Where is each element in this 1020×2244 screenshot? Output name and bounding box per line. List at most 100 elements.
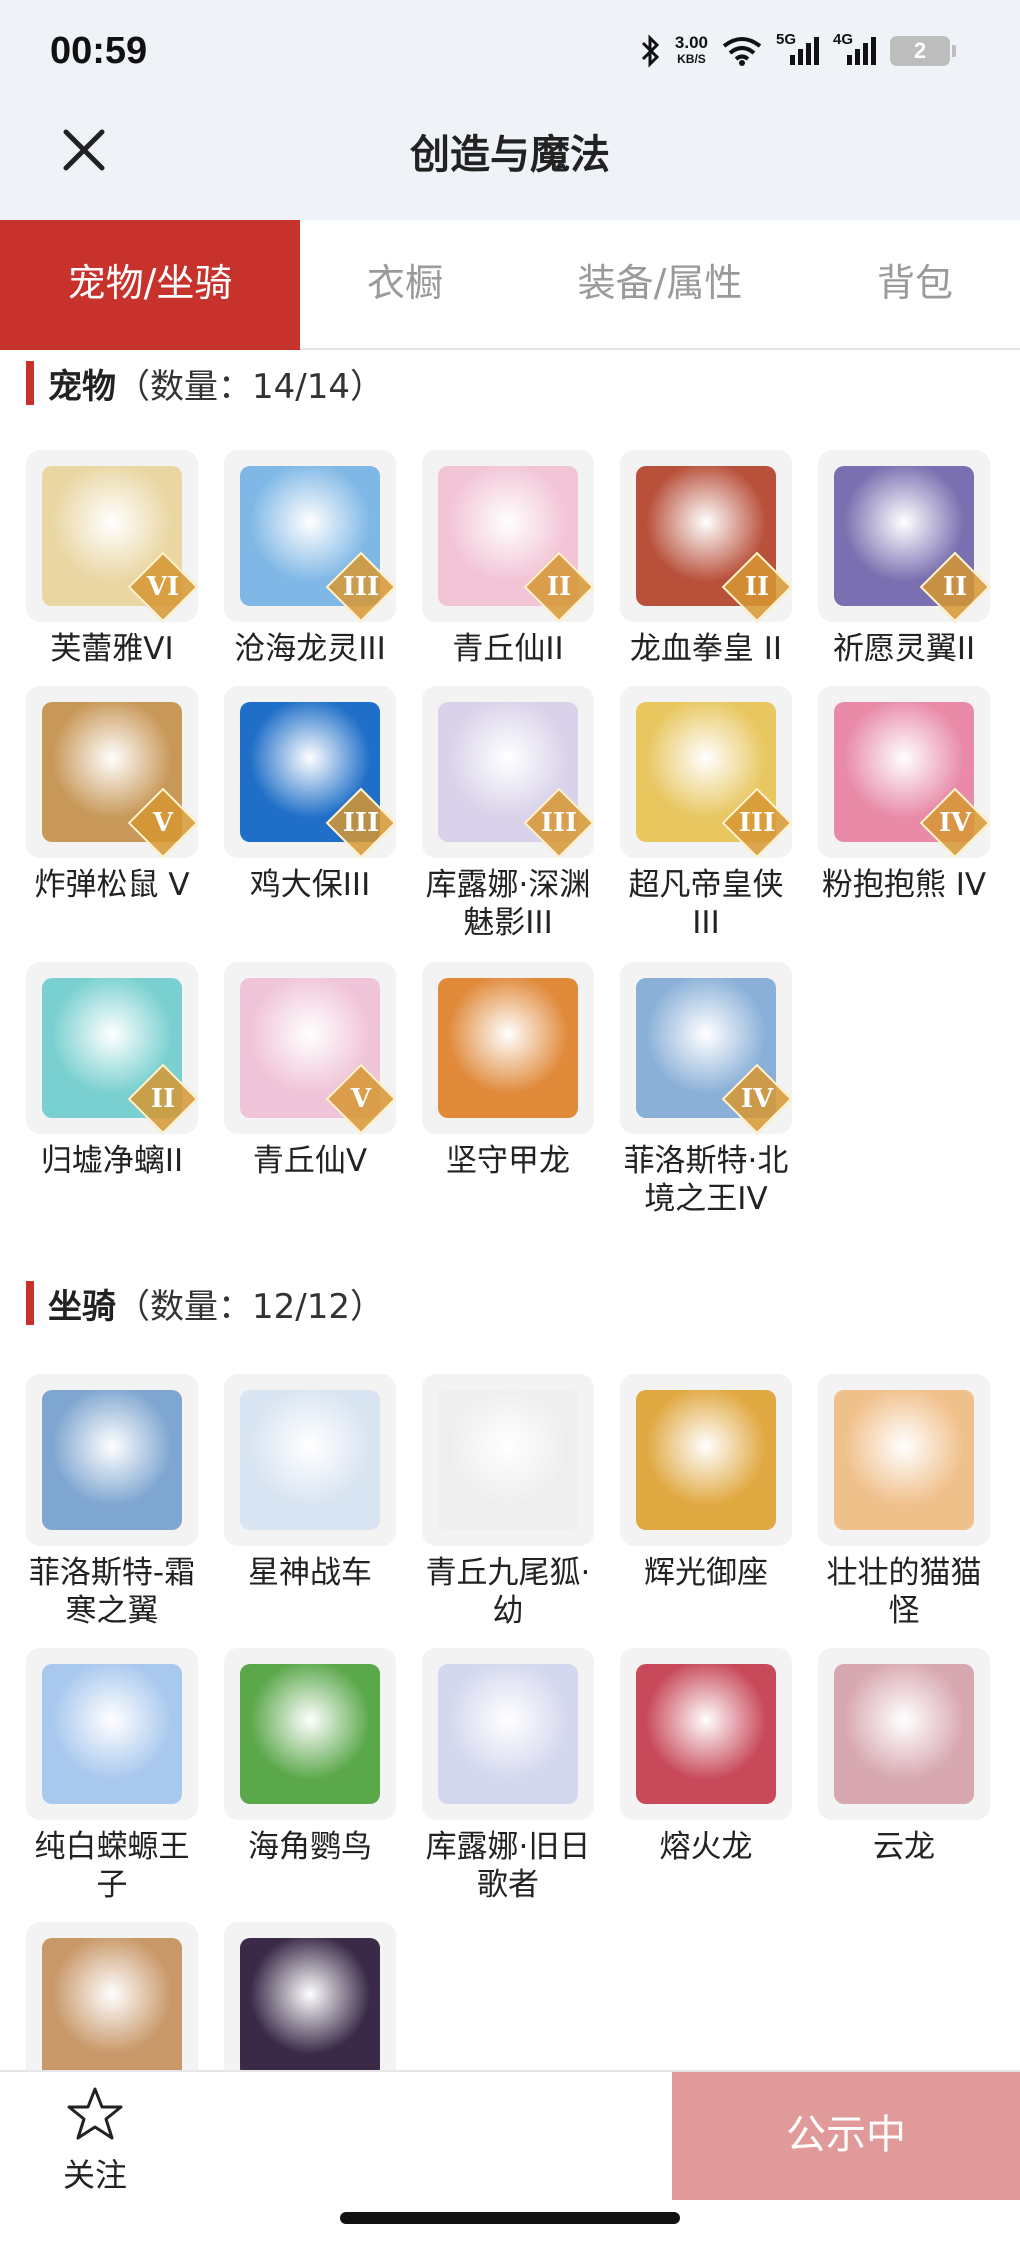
level-text: V [152, 808, 174, 838]
item-thumbnail [26, 1648, 198, 1820]
level-text: II [150, 1084, 176, 1114]
level-text: II [942, 572, 968, 602]
item-art [240, 1664, 380, 1804]
grid-item[interactable]: 青丘九尾狐·幼 [416, 1374, 600, 1630]
item-thumbnail: IV [818, 686, 990, 858]
level-text: V [350, 1084, 372, 1114]
item-thumbnail: II [422, 450, 594, 622]
grid-item[interactable]: III 鸡大保III [218, 686, 402, 904]
grid-item[interactable]: III 超凡帝皇侠III [614, 686, 798, 942]
item-art [240, 1390, 380, 1530]
grid-item[interactable]: III 库露娜·深渊魅影III [416, 686, 600, 942]
signal-4g-icon: 4G [833, 31, 876, 65]
status-bar: 00:59 3.00 KB/S 5G 4G 2 [0, 0, 1020, 110]
mounts-count: （数量：12/12） [116, 1286, 384, 1327]
status-icons: 3.00 KB/S 5G 4G 2 [639, 31, 956, 68]
level-text: VI [146, 572, 180, 602]
item-art [42, 1938, 182, 2074]
grid-item[interactable]: III 沧海龙灵III [218, 450, 402, 668]
home-indicator[interactable] [340, 2212, 680, 2224]
level-text: IV [740, 1084, 774, 1114]
tab-backpack[interactable]: 背包 [810, 220, 1020, 348]
item-art [240, 1938, 380, 2074]
top-bar: 00:59 3.00 KB/S 5G 4G 2 创造与魔法 [0, 0, 1020, 220]
grid-item[interactable]: II 归墟净螭II [20, 962, 204, 1180]
grid-item[interactable]: 辉光御座 [614, 1374, 798, 1592]
wifi-icon [722, 37, 762, 66]
item-name: 纯白蝾螈王子 [34, 1829, 190, 1903]
item-thumbnail [224, 1922, 396, 2074]
item-thumbnail [422, 1648, 594, 1820]
mounts-grid: 菲洛斯特-霜寒之翼 星神战车 青丘九尾狐·幼 辉光御座 壮壮的猫猫怪纯白蝾螈王子 海角鹦鸟… [20, 1374, 1000, 2074]
network-speed: 3.00 KB/S [674, 33, 708, 66]
pets-grid: VI 芙蕾雅VI III 沧海龙灵III II 青丘仙II II 龙血拳皇 II II 祈愿灵翼I… [20, 450, 1000, 1230]
app-header: 创造与魔法 [0, 110, 1020, 220]
grid-item[interactable]: II 祈愿灵翼II [812, 450, 996, 668]
battery-icon: 2 [890, 36, 956, 66]
item-name: 辉光御座 [644, 1555, 768, 1591]
item-thumbnail [818, 1648, 990, 1820]
item-name: 青丘仙II [452, 631, 564, 667]
status-time: 00:59 [50, 30, 148, 72]
pets-count: （数量：14/14） [116, 366, 384, 407]
grid-item[interactable]: 熔火龙 [614, 1648, 798, 1866]
follow-label: 关注 [62, 2156, 127, 2194]
bluetooth-icon [641, 34, 660, 68]
item-thumbnail: III [224, 686, 396, 858]
level-text: II [744, 572, 770, 602]
grid-item[interactable]: 海角鹦鸟 [218, 1648, 402, 1866]
item-name: 沧海龙灵III [234, 631, 386, 667]
page-title: 创造与魔法 [410, 132, 610, 178]
grid-item[interactable]: 云龙 [812, 1648, 996, 1866]
item-name: 海角鹦鸟 [248, 1829, 372, 1865]
item-name: 龙血拳皇 II [629, 631, 783, 667]
grid-item[interactable]: 坚守甲龙 [416, 962, 600, 1180]
pets-section-title: 宠物 [48, 366, 116, 407]
item-name: 菲洛斯特·北境之王IV [623, 1143, 789, 1217]
item-name: 鸡大保III [249, 867, 371, 903]
follow-button[interactable]: 关注 [40, 2086, 150, 2196]
item-thumbnail [26, 1922, 198, 2074]
item-thumbnail: II [620, 450, 792, 622]
item-name: 库露娜·旧日歌者 [425, 1829, 591, 1903]
item-art [834, 1390, 974, 1530]
level-text: III [540, 808, 578, 838]
item-name: 云龙 [873, 1829, 935, 1865]
item-thumbnail: III [620, 686, 792, 858]
tab-pets-mounts[interactable]: 宠物/坐骑 [0, 220, 300, 350]
item-thumbnail [26, 1374, 198, 1546]
item-thumbnail: IV [620, 962, 792, 1134]
item-thumbnail [422, 962, 594, 1134]
grid-item[interactable]: II 青丘仙II [416, 450, 600, 668]
grid-item[interactable]: V 青丘仙V [218, 962, 402, 1180]
grid-item[interactable] [20, 1922, 204, 2074]
item-thumbnail: II [26, 962, 198, 1134]
mounts-section-header: 坐骑 （数量：12/12） [26, 1278, 384, 1328]
item-name: 星神战车 [248, 1555, 372, 1591]
tab-wardrobe[interactable]: 衣橱 [300, 220, 510, 348]
item-name: 坚守甲龙 [446, 1143, 570, 1179]
item-thumbnail [620, 1374, 792, 1546]
tab-equipment[interactable]: 装备/属性 [510, 220, 810, 348]
grid-item[interactable]: IV 粉抱抱熊 IV [812, 686, 996, 904]
item-thumbnail: III [422, 686, 594, 858]
item-art [42, 1390, 182, 1530]
grid-item[interactable]: 星神战车 [218, 1374, 402, 1592]
item-thumbnail: III [224, 450, 396, 622]
item-name: 炸弹松鼠 V [34, 867, 190, 903]
grid-item[interactable]: V 炸弹松鼠 V [20, 686, 204, 904]
item-name: 超凡帝皇侠III [628, 867, 784, 941]
item-name: 菲洛斯特-霜寒之翼 [28, 1555, 196, 1629]
grid-item[interactable]: 菲洛斯特-霜寒之翼 [20, 1374, 204, 1630]
grid-item[interactable]: 壮壮的猫猫怪 [812, 1374, 996, 1630]
grid-item[interactable]: 库露娜·旧日歌者 [416, 1648, 600, 1904]
section-marker [26, 1281, 34, 1325]
public-notice-button[interactable]: 公示中 [672, 2072, 1020, 2200]
grid-item[interactable] [218, 1922, 402, 2074]
item-name: 熔火龙 [659, 1829, 753, 1865]
grid-item[interactable]: IV 菲洛斯特·北境之王IV [614, 962, 798, 1218]
grid-item[interactable]: VI 芙蕾雅VI [20, 450, 204, 668]
grid-item[interactable]: 纯白蝾螈王子 [20, 1648, 204, 1904]
item-name: 归墟净螭II [40, 1143, 184, 1179]
grid-item[interactable]: II 龙血拳皇 II [614, 450, 798, 668]
